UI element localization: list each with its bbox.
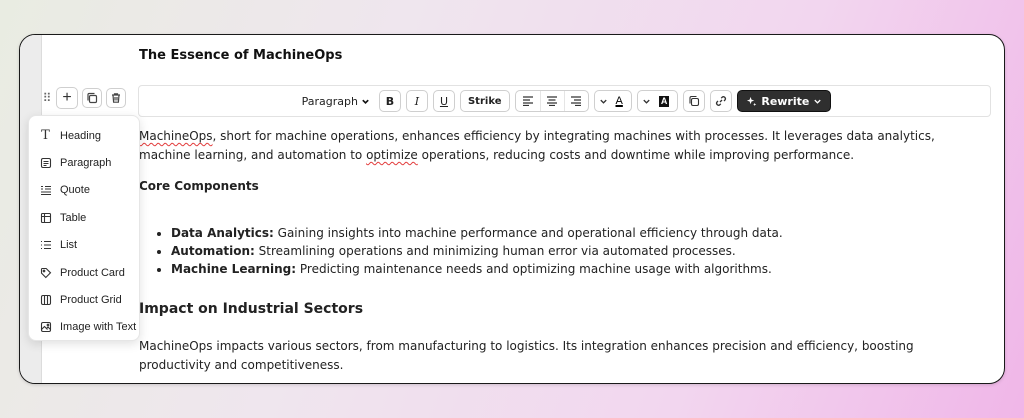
link-button[interactable] (710, 90, 733, 112)
bold-button[interactable]: B (378, 90, 401, 112)
rewrite-label: Rewrite (761, 94, 810, 108)
chevron-down-icon (643, 99, 650, 104)
chevron-down-icon (814, 99, 822, 104)
align-left-button[interactable] (516, 91, 540, 111)
list-item[interactable]: Machine Learning: Predicting maintenance… (171, 260, 974, 278)
italic-button[interactable]: I (405, 90, 428, 112)
block-type-select[interactable]: Paragraph (298, 95, 374, 108)
block-type-label: Paragraph (301, 94, 358, 108)
link-icon (716, 96, 727, 106)
menu-item-heading[interactable]: T Heading (29, 122, 139, 149)
chevron-down-icon (362, 99, 369, 104)
align-center-icon (547, 96, 557, 106)
list-item[interactable]: Data Analytics: Gaining insights into ma… (171, 224, 974, 242)
alignment-group (514, 90, 589, 112)
paragraph-icon (39, 157, 52, 170)
document-title[interactable]: The Essence of MachineOps (139, 48, 342, 63)
align-center-button[interactable] (539, 91, 564, 111)
impact-heading[interactable]: Impact on Industrial Sectors (139, 300, 974, 319)
editor-window: The Essence of MachineOps ⠿ + Paragraph … (19, 34, 1005, 384)
menu-item-table[interactable]: Table (29, 204, 139, 231)
duplicate-block-button[interactable] (82, 88, 102, 108)
core-components-heading[interactable]: Core Components (139, 177, 974, 196)
impact-paragraph[interactable]: MachineOps impacts various sectors, from… (139, 337, 974, 375)
sparkle-icon (747, 96, 757, 106)
delete-block-button[interactable] (106, 88, 126, 108)
menu-item-product-card[interactable]: Product Card (29, 259, 139, 286)
table-icon (39, 211, 52, 224)
align-right-icon (571, 96, 581, 106)
menu-item-list[interactable]: List (29, 232, 139, 259)
sparkle-copy-icon (689, 95, 700, 107)
ai-assist-button[interactable] (683, 90, 706, 112)
document-body[interactable]: MachineOps, short for machine operations… (139, 127, 974, 383)
list-item[interactable]: Automation: Streamlining operations and … (171, 242, 974, 260)
align-left-icon (522, 96, 533, 106)
highlight-color-icon: A (658, 95, 670, 107)
text-color-icon: A (615, 95, 623, 107)
menu-item-image-with-text[interactable]: Image with Text (29, 314, 139, 341)
grid-icon (39, 294, 52, 307)
copy-icon (87, 92, 98, 104)
strike-button[interactable]: Strike (459, 90, 510, 112)
heading-icon: T (41, 128, 50, 144)
quote-icon (39, 184, 52, 197)
drag-handle-icon[interactable]: ⠿ (42, 91, 52, 105)
align-right-button[interactable] (563, 91, 588, 111)
insert-block-menu: T Heading Paragraph Quote Table List Pro… (28, 115, 140, 341)
intro-paragraph[interactable]: MachineOps, short for machine operations… (139, 127, 974, 165)
components-list: Data Analytics: Gaining insights into ma… (171, 224, 974, 278)
menu-item-paragraph[interactable]: Paragraph (29, 149, 139, 176)
rewrite-button[interactable]: Rewrite (737, 90, 832, 112)
trash-icon (112, 93, 120, 103)
image-icon (39, 321, 52, 334)
add-block-button[interactable]: + (56, 87, 78, 109)
formatting-toolbar: Paragraph B I U Strike A A Rewrite (138, 85, 991, 117)
chevron-down-icon (599, 99, 607, 104)
text-color-group[interactable]: A (593, 90, 632, 112)
list-icon (39, 239, 52, 252)
tag-icon (39, 266, 52, 279)
underline-button[interactable]: U (432, 90, 455, 112)
block-controls: ⠿ + (42, 87, 126, 109)
highlight-color-group[interactable]: A (636, 90, 679, 112)
spelling-error[interactable]: optimize (366, 148, 418, 162)
menu-item-quote[interactable]: Quote (29, 177, 139, 204)
menu-item-product-grid[interactable]: Product Grid (29, 286, 139, 313)
spelling-error[interactable]: MachineOps (139, 129, 213, 143)
